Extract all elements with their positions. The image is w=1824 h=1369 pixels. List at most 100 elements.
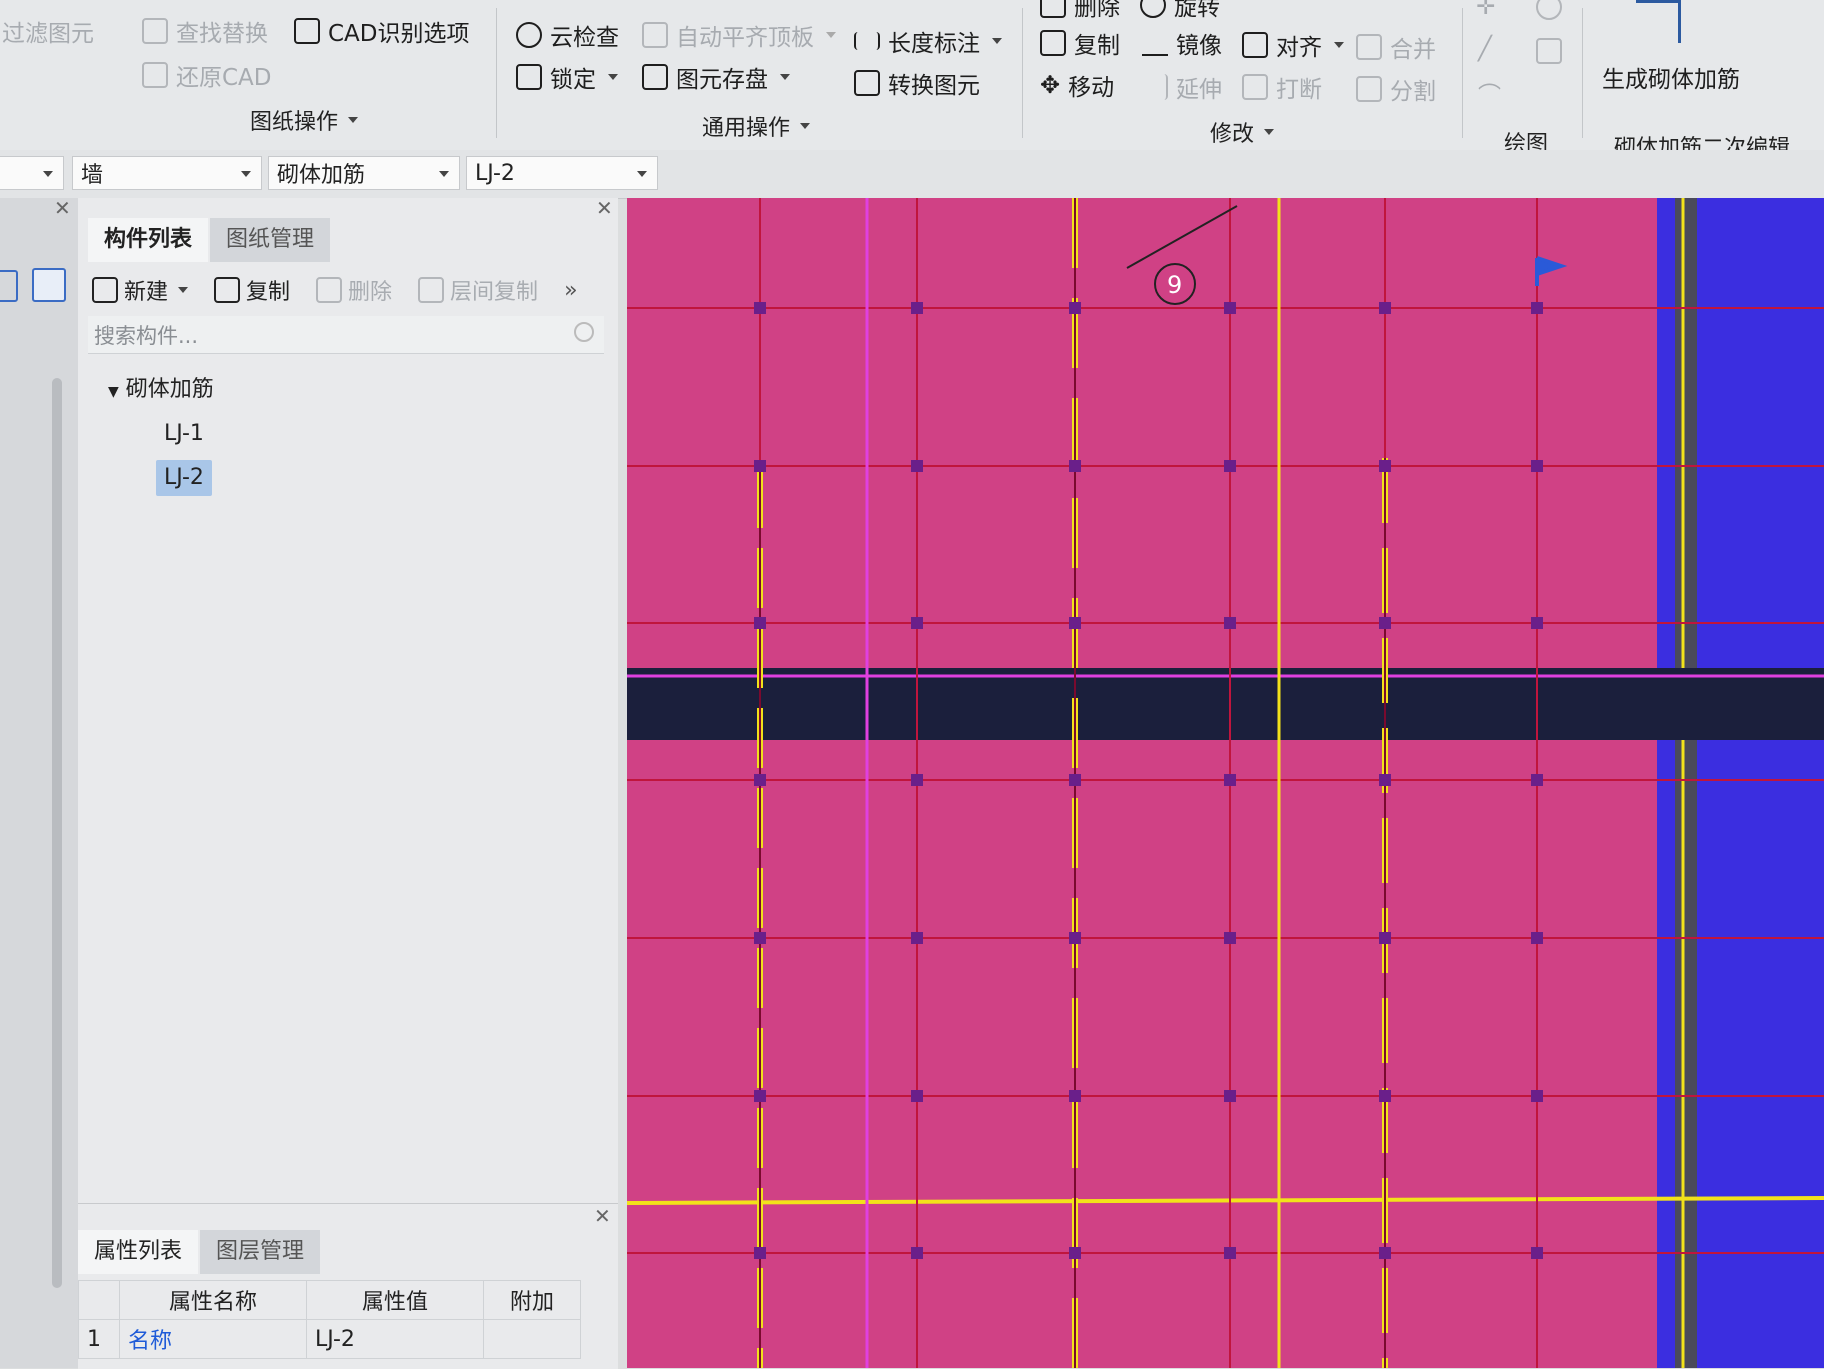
delete-button[interactable]: 删除	[1040, 0, 1120, 22]
new-button[interactable]: 新建	[92, 274, 189, 306]
cad-canvas[interactable]: 9	[627, 198, 1824, 1368]
divider	[1462, 8, 1463, 138]
property-name-header: 属性名称	[119, 1280, 307, 1320]
draw-circle-button[interactable]	[1536, 0, 1562, 20]
drawing-svg[interactable]: 9	[627, 198, 1824, 1368]
new-icon	[92, 277, 118, 303]
more-icon[interactable]: »	[564, 278, 577, 303]
component-toolbar: 新建 复制 删除 层间复制 »	[92, 270, 578, 310]
element-select-value: LJ-2	[475, 160, 515, 186]
search-icon[interactable]	[574, 322, 594, 342]
tree-group[interactable]: ▼ 砌体加筋	[108, 368, 214, 412]
property-header-row: 属性名称 属性值 附加	[78, 1280, 581, 1320]
floor-copy-button[interactable]: 层间复制	[418, 274, 538, 306]
find-replace-button[interactable]: 查找替换	[142, 14, 268, 48]
rotate-label: 旋转	[1174, 0, 1220, 21]
align-button[interactable]: 对齐	[1242, 28, 1344, 62]
chevron-down-icon	[800, 123, 811, 129]
rotate-button[interactable]: 旋转	[1140, 0, 1220, 22]
cad-options-button[interactable]: CAD识别选项	[294, 14, 470, 48]
group-modify-label: 修改	[1210, 122, 1255, 147]
component-search-input[interactable]: 搜索构件...	[88, 316, 604, 354]
chevron-down-icon	[826, 32, 836, 38]
list-view-icon[interactable]	[32, 268, 66, 302]
move-button[interactable]: ✥ 移动	[1040, 68, 1114, 102]
line-icon: ╱	[1478, 36, 1492, 62]
component-tabs: 构件列表 图纸管理	[88, 218, 332, 262]
copy-button[interactable]: 复制	[1040, 26, 1120, 60]
group-drawing-ops[interactable]: 图纸操作	[250, 104, 359, 136]
chevron-down-icon	[637, 171, 647, 177]
delete-component-button[interactable]: 删除	[316, 274, 392, 306]
gen-masonry-rebar-icon-button[interactable]	[1636, 0, 1681, 43]
copy-component-button[interactable]: 复制	[214, 274, 290, 306]
extend-button[interactable]: 延伸	[1142, 70, 1222, 104]
element-save-label: 图元存盘	[676, 67, 768, 93]
copy-icon	[1040, 30, 1066, 56]
floor-select[interactable]	[0, 156, 64, 190]
merge-label: 合并	[1390, 37, 1436, 63]
property-extra-header: 附加	[483, 1280, 581, 1320]
close-icon[interactable]: ✕	[594, 1204, 611, 1228]
tree-item-lj-2[interactable]: LJ-2	[156, 460, 212, 496]
mirror-button[interactable]: 镜像	[1142, 26, 1222, 60]
row-index: 1	[78, 1319, 120, 1359]
lock-label: 锁定	[550, 67, 596, 93]
save-icon	[642, 64, 668, 90]
tab-drawing-management[interactable]: 图纸管理	[210, 218, 331, 262]
cad-options-label: CAD识别选项	[328, 21, 470, 47]
dark-wall-strip	[1675, 198, 1697, 1368]
close-icon[interactable]: ✕	[54, 196, 71, 220]
cloud-check-button[interactable]: 云检查	[516, 18, 619, 52]
align-label: 对齐	[1276, 35, 1322, 61]
filter-elements-button[interactable]: 过滤图元	[2, 14, 94, 48]
extend-icon	[1142, 74, 1168, 100]
chevron-down-icon	[992, 38, 1002, 44]
gen-masonry-rebar-button[interactable]: 生成砌体加筋	[1602, 60, 1740, 94]
scrollbar[interactable]	[52, 378, 62, 1288]
close-icon[interactable]: ✕	[596, 196, 613, 220]
table-row[interactable]: 1 名称 LJ-2	[78, 1319, 581, 1359]
split-button[interactable]: 分割	[1356, 72, 1436, 106]
tab-layer-management[interactable]: 图层管理	[200, 1230, 321, 1274]
tab-property-list[interactable]: 属性列表	[78, 1230, 199, 1274]
draw-line-button[interactable]: ╱	[1478, 36, 1492, 62]
property-extra[interactable]	[483, 1319, 581, 1359]
tree-item-lj-1[interactable]: LJ-1	[156, 416, 212, 452]
element-select[interactable]: LJ-2	[466, 156, 658, 190]
lock-button[interactable]: 锁定	[516, 60, 618, 94]
type-select[interactable]: 砌体加筋	[268, 156, 460, 190]
property-value[interactable]: LJ-2	[306, 1319, 484, 1359]
search-placeholder: 搜索构件...	[94, 323, 199, 348]
draw-rect-button[interactable]	[1536, 38, 1562, 64]
extend-label: 延伸	[1176, 77, 1222, 103]
element-save-button[interactable]: 图元存盘	[642, 60, 790, 94]
property-tabs: 属性列表 图层管理	[78, 1230, 322, 1274]
convert-element-label: 转换图元	[888, 73, 980, 99]
convert-element-button[interactable]: 转换图元	[854, 66, 980, 100]
chevron-down-icon	[43, 171, 53, 177]
filter-elements-label: 过滤图元	[2, 21, 94, 47]
category-select[interactable]: 墙	[72, 156, 262, 190]
tree-view-icon[interactable]	[0, 270, 18, 302]
draw-arc-button[interactable]: ⌒	[1478, 76, 1501, 110]
auto-align-top-button[interactable]: 自动平齐顶板	[642, 18, 836, 52]
axis-label: 9	[1167, 271, 1182, 299]
break-button[interactable]: 打断	[1242, 70, 1322, 104]
restore-cad-button[interactable]: 还原CAD	[142, 58, 272, 92]
draw-point-button[interactable]: ✛	[1476, 0, 1495, 20]
length-dim-label: 长度标注	[888, 31, 980, 57]
arc-icon: ⌒	[1478, 83, 1501, 109]
group-modify[interactable]: 修改	[1210, 116, 1275, 148]
chevron-down-icon	[348, 117, 359, 123]
chevron-down-icon	[608, 74, 618, 80]
tab-component-list[interactable]: 构件列表	[88, 218, 209, 262]
length-dim-button[interactable]: 长度标注	[854, 24, 1002, 58]
cloud-check-label: 云检查	[550, 25, 619, 51]
copy-component-label: 复制	[246, 280, 291, 305]
merge-button[interactable]: 合并	[1356, 30, 1436, 64]
delete-label: 删除	[1074, 0, 1120, 21]
circle-icon	[1536, 0, 1562, 20]
chevron-down-icon	[1334, 42, 1344, 48]
group-common-ops[interactable]: 通用操作	[702, 110, 811, 142]
